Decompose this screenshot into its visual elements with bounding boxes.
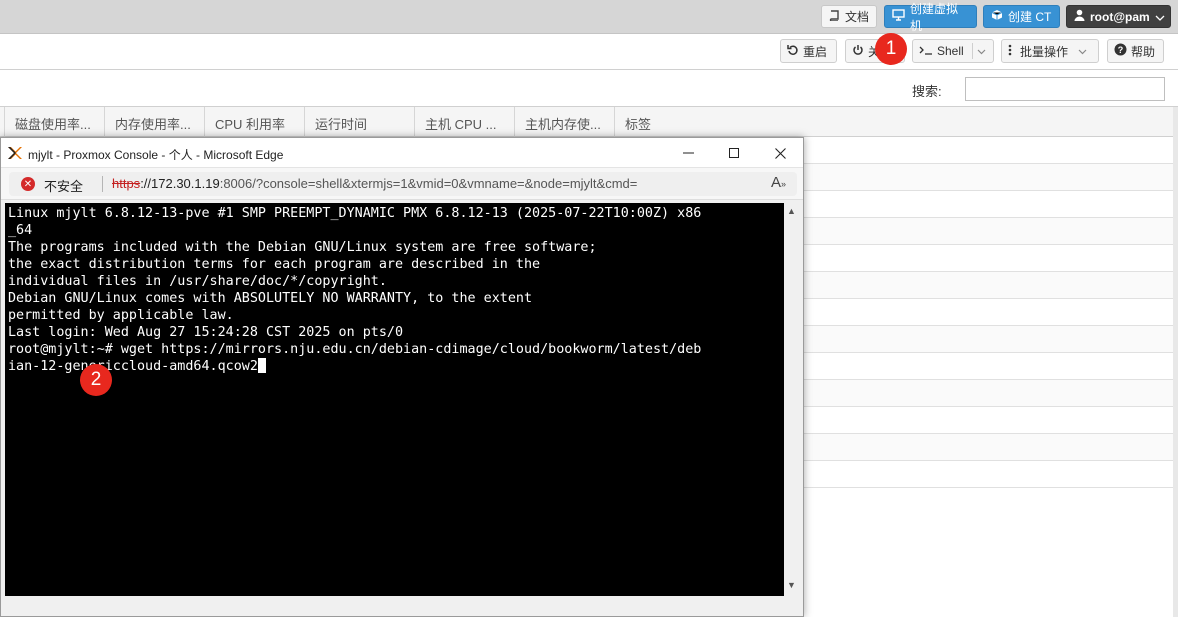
user-icon (1074, 9, 1085, 24)
user-label: root@pam (1090, 9, 1150, 24)
console-window: mjylt - Proxmox Console - 个人 - Microsoft… (0, 137, 804, 617)
terminal-line: The programs included with the Debian GN… (8, 240, 597, 255)
help-button[interactable]: ? 帮助 (1107, 39, 1164, 63)
url-path: :8006/?console=shell&xtermjs=1&vmid=0&vm… (219, 176, 638, 191)
chevron-down-icon[interactable] (977, 44, 986, 58)
terminal-line: Last login: Wed Aug 27 15:24:28 CST 2025… (8, 325, 404, 340)
help-label: 帮助 (1131, 44, 1156, 59)
vertical-ellipsis-icon (1008, 44, 1012, 59)
shell-label: Shell (937, 44, 964, 58)
read-aloud-icon[interactable]: A» (771, 174, 786, 191)
power-icon (852, 44, 864, 59)
split-separator (971, 43, 973, 59)
page-scrollbar[interactable] (1173, 107, 1178, 617)
book-icon (829, 9, 840, 24)
chevron-down-icon (1155, 10, 1165, 24)
create-vm-button[interactable]: 创建虚拟机 (884, 2, 977, 33)
terminal-line: individual files in /usr/share/doc/*/cop… (8, 274, 387, 289)
column-header-uptime[interactable]: 运行时间 (304, 107, 414, 137)
chevron-down-icon (1078, 44, 1087, 58)
terminal-scrollbar[interactable]: ▲ ▼ (784, 203, 799, 596)
column-header-cpu-usage[interactable]: CPU 利用率 (204, 107, 304, 137)
bulk-actions-button[interactable]: 批量操作 (1001, 39, 1099, 63)
window-title: mjylt - Proxmox Console - 个人 - Microsoft… (28, 148, 284, 162)
url-scheme: https (112, 176, 141, 191)
top-bar: 文档 创建虚拟机 创建 CT root@pam (0, 0, 1178, 34)
step-badge-2: 2 (80, 364, 112, 396)
minimize-button[interactable] (665, 138, 711, 168)
restart-icon (787, 44, 799, 59)
terminal-line: Linux mjylt 6.8.12-13-pve #1 SMP PREEMPT… (8, 206, 702, 221)
create-ct-label: 创建 CT (1008, 10, 1052, 24)
search-row: 搜索: (0, 70, 1178, 107)
node-toolbar: 重启 关 Shell 批量操作 ? 帮助 (0, 34, 1178, 70)
step-badge-1: 1 (875, 33, 907, 65)
bulk-actions-label: 批量操作 (1020, 44, 1069, 59)
close-button[interactable] (757, 138, 803, 168)
docs-button[interactable]: 文档 (821, 5, 877, 28)
question-circle-icon: ? (1114, 43, 1127, 59)
column-header-memory-usage[interactable]: 内存使用率... (104, 107, 204, 137)
restart-button[interactable]: 重启 (780, 39, 837, 63)
grid-header: 磁盘使用率... 内存使用率... CPU 利用率 运行时间 主机 CPU ..… (0, 107, 1174, 137)
shell-button[interactable]: Shell (912, 39, 994, 63)
url-field[interactable]: ✕ 不安全 https://172.30.1.19:8006/?console=… (9, 172, 797, 196)
window-titlebar[interactable]: mjylt - Proxmox Console - 个人 - Microsoft… (1, 138, 803, 168)
monitor-icon (892, 9, 905, 24)
search-label: 搜索: (912, 84, 942, 99)
not-secure-icon[interactable]: ✕ (21, 177, 35, 191)
not-secure-label[interactable]: 不安全 (44, 176, 83, 195)
restart-label: 重启 (803, 44, 828, 59)
window-bottom-edge (1, 596, 803, 616)
address-separator (102, 176, 103, 192)
cube-icon (991, 9, 1003, 24)
scroll-up-arrow-icon[interactable]: ▲ (787, 206, 796, 216)
scroll-down-arrow-icon[interactable]: ▼ (787, 580, 796, 590)
docs-label: 文档 (845, 10, 870, 24)
terminal-line: Debian GNU/Linux comes with ABSOLUTELY N… (8, 291, 533, 306)
terminal-cursor (257, 358, 266, 373)
url-text: https://172.30.1.19:8006/?console=shell&… (112, 176, 637, 191)
terminal-line-current: ian-12-genericcloud-amd64.qcow2 (8, 358, 783, 375)
create-ct-button[interactable]: 创建 CT (983, 5, 1060, 28)
svg-text:?: ? (1118, 45, 1124, 55)
terminal-line: root@mjylt:~# wget https://mirrors.nju.e… (8, 342, 702, 357)
search-input[interactable] (965, 77, 1165, 101)
column-header-disk-usage[interactable]: 磁盘使用率... (4, 107, 104, 137)
url-host: ://172.30.1.19 (140, 176, 220, 191)
terminal[interactable]: Linux mjylt 6.8.12-13-pve #1 SMP PREEMPT… (5, 203, 799, 596)
user-menu-button[interactable]: root@pam (1066, 5, 1171, 28)
column-header-host-cpu[interactable]: 主机 CPU ... (414, 107, 514, 137)
terminal-input-text: ian-12-genericcloud-amd64.qcow2 (8, 359, 258, 374)
address-bar: ✕ 不安全 https://172.30.1.19:8006/?console=… (1, 168, 803, 200)
create-vm-label: 创建虚拟机 (910, 1, 959, 33)
terminal-output: Linux mjylt 6.8.12-13-pve #1 SMP PREEMPT… (8, 205, 783, 375)
maximize-button[interactable] (711, 138, 757, 168)
proxmox-logo-icon (7, 145, 23, 161)
column-header-host-memory[interactable]: 主机内存使... (514, 107, 614, 137)
terminal-line: permitted by applicable law. (8, 308, 234, 323)
terminal-line: the exact distribution terms for each pr… (8, 257, 541, 272)
terminal-icon (919, 44, 933, 58)
terminal-line: _64 (8, 223, 33, 238)
column-header-tags[interactable]: 标签 (614, 107, 1174, 137)
